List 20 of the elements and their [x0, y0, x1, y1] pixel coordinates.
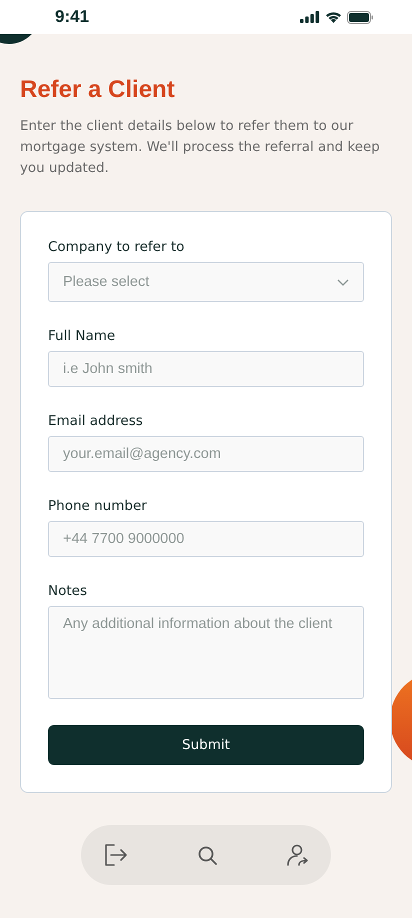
- logout-icon[interactable]: [104, 843, 128, 867]
- input-field[interactable]: +44 7700 9000000: [48, 521, 364, 557]
- field-label: Full Name: [48, 328, 116, 345]
- signal-icon: [300, 11, 320, 23]
- status-time: 9:41: [55, 7, 90, 27]
- page-title: Refer a Client: [20, 76, 176, 104]
- wifi-icon: [325, 11, 342, 23]
- page-description: Enter the client details below to refer them to our mortgage system. We'll process the referral and keep you updated.: [20, 118, 381, 178]
- field-label: Phone number: [48, 498, 147, 515]
- text-area[interactable]: Any additional information about the client: [48, 606, 364, 699]
- field-label: Email address: [48, 413, 143, 430]
- search-icon[interactable]: [198, 846, 217, 864]
- user-share-icon[interactable]: [287, 844, 309, 866]
- submit-button[interactable]: Submit: [48, 725, 364, 765]
- input-field[interactable]: your.email@agency.com: [48, 436, 364, 472]
- battery-icon: [347, 10, 374, 24]
- input-field[interactable]: i.e John smith: [48, 351, 364, 387]
- field-label: Company to refer to: [48, 239, 184, 256]
- chevron-down-icon: [337, 278, 349, 286]
- field-label: Notes: [48, 583, 87, 600]
